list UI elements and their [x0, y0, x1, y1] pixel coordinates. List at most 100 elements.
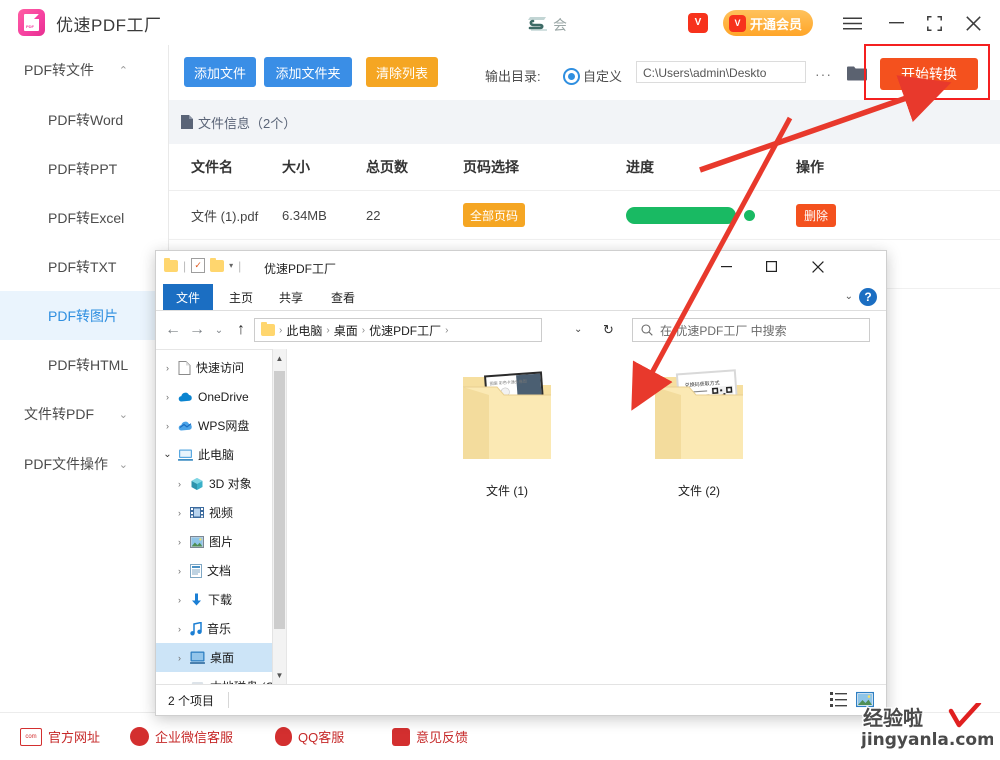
clear-list-button[interactable]: 清除列表 — [366, 57, 438, 87]
tree-item-documents[interactable]: › 文档 — [156, 556, 286, 585]
folder-icon — [261, 322, 275, 336]
sidebar-item-pdf-to-ppt[interactable]: PDF转PPT — [0, 144, 168, 193]
address-chevron-down-icon[interactable]: ⌄ — [574, 324, 582, 335]
sidebar-item-pdf-to-word[interactable]: PDF转Word — [0, 95, 168, 144]
sidebar-group-file-to-pdf[interactable]: 文件转PDF ⌄ — [0, 389, 168, 439]
chevron-right-icon[interactable]: › — [162, 421, 173, 431]
tree-item-wps-cloud[interactable]: › WPS网盘 — [156, 411, 286, 440]
tree-item-3d-objects[interactable]: › 3D 对象 — [156, 469, 286, 498]
breadcrumb-separator: › — [445, 324, 449, 336]
scroll-up-icon[interactable]: ▲ — [273, 351, 286, 365]
vip-badge-icon[interactable]: V — [688, 13, 708, 33]
close-icon[interactable] — [795, 251, 840, 282]
open-membership-button[interactable]: V 开通会员 — [723, 10, 814, 36]
list-item[interactable]: 图案 彩色卡通头像图 文件 (1) — [442, 359, 572, 499]
explorer-file-area[interactable]: 图案 彩色卡通头像图 文件 (1) 兑换码获取方式 文件 (2) — [287, 349, 886, 684]
chevron-right-icon[interactable]: › — [174, 537, 185, 547]
close-icon[interactable] — [961, 11, 985, 35]
scrollbar-thumb[interactable] — [274, 371, 285, 629]
sidebar-item-pdf-to-image[interactable]: PDF转图片 — [0, 291, 168, 340]
refresh-icon[interactable]: ↻ — [603, 322, 614, 338]
sidebar-item-label: PDF转Excel — [48, 209, 125, 226]
arrow-forward-icon[interactable]: → — [188, 321, 206, 339]
tree-item-pictures[interactable]: › 图片 — [156, 527, 286, 556]
feedback-link[interactable]: 意见反馈 — [392, 727, 468, 746]
tree-item-videos[interactable]: › 视频 — [156, 498, 286, 527]
chevron-right-icon[interactable]: › — [162, 363, 173, 373]
sidebar-group-label: PDF转文件 — [24, 62, 94, 78]
ribbon-tab-view[interactable]: 查看 — [318, 284, 368, 310]
search-input[interactable]: 在 优速PDF工厂 中搜索 — [632, 318, 870, 342]
wechat-support-link[interactable]: 企业微信客服 — [130, 727, 233, 746]
chevron-right-icon[interactable]: › — [174, 624, 185, 634]
tree-item-music[interactable]: › 音乐 — [156, 614, 286, 643]
tree-item-downloads[interactable]: › 下载 — [156, 585, 286, 614]
breadcrumb-item-folder[interactable]: 优速PDF工厂 — [369, 322, 441, 339]
maximize-icon[interactable] — [749, 251, 794, 282]
tree-item-label: OneDrive — [198, 389, 249, 404]
chevron-right-icon[interactable]: › — [174, 653, 185, 663]
scroll-down-icon[interactable]: ▼ — [273, 668, 286, 682]
breadcrumb-item-desktop[interactable]: 桌面 — [334, 322, 358, 339]
vip-icon: V — [729, 14, 746, 32]
document-icon — [181, 115, 193, 129]
folder-icon[interactable] — [847, 65, 867, 86]
qq-support-link[interactable]: QQ客服 — [275, 727, 344, 746]
tree-item-this-pc[interactable]: ⌄ 此电脑 — [156, 440, 286, 469]
sidebar-group-label: PDF文件操作 — [24, 456, 108, 472]
chevron-down-icon[interactable]: ⌄ — [162, 449, 173, 460]
quick-access-toolbar: | ✓ ▾ | — [164, 257, 241, 273]
folder-icon[interactable] — [164, 257, 178, 272]
help-icon[interactable]: ? — [859, 288, 877, 306]
chevron-right-icon[interactable]: › — [174, 479, 185, 489]
history-chevron-down-icon[interactable]: ⌄ — [210, 325, 228, 336]
custom-dir-label: 自定义 — [583, 69, 623, 84]
list-item[interactable]: 兑换码获取方式 文件 (2) — [634, 359, 764, 499]
large-icons-view-icon[interactable] — [856, 691, 874, 708]
add-file-button[interactable]: 添加文件 — [184, 57, 256, 87]
caret-down-icon[interactable]: ▾ — [229, 261, 233, 270]
chevron-down-icon[interactable]: ⌄ — [845, 291, 853, 302]
arrow-back-icon[interactable]: ← — [164, 321, 182, 339]
chevron-right-icon[interactable]: › — [174, 566, 185, 576]
tree-item-local-disk-c[interactable]: › 本地磁盘 (C:) — [156, 672, 286, 684]
music-icon — [190, 621, 202, 635]
details-view-icon[interactable] — [830, 691, 848, 708]
tree-item-onedrive[interactable]: › OneDrive — [156, 382, 286, 411]
checkbox-icon[interactable]: ✓ — [191, 258, 206, 273]
tree-item-quick-access[interactable]: › 快速访问 — [156, 353, 286, 382]
sidebar-item-pdf-to-html[interactable]: PDF转HTML — [0, 340, 168, 389]
table-row[interactable]: 文件 (1).pdf 6.34MB 22 全部页码 删除 — [169, 191, 1000, 240]
explorer-tree-scrollbar[interactable]: ▲ ▼ — [272, 349, 286, 684]
sidebar-item-pdf-to-excel[interactable]: PDF转Excel — [0, 193, 168, 242]
hamburger-menu-icon[interactable] — [840, 11, 864, 35]
minimize-icon[interactable] — [884, 11, 908, 35]
start-conversion-button[interactable]: 开始转换 — [880, 58, 978, 90]
breadcrumb-item-this-pc[interactable]: 此电脑 — [286, 322, 322, 339]
column-header-action: 操作 — [796, 159, 824, 175]
minimize-icon[interactable] — [704, 251, 749, 282]
arrow-up-icon[interactable]: ↑ — [232, 321, 250, 339]
ribbon-tab-file[interactable]: 文件 — [163, 284, 214, 310]
folder-icon[interactable] — [210, 257, 225, 272]
chevron-right-icon[interactable]: › — [162, 392, 173, 402]
tree-item-desktop[interactable]: › 桌面 — [156, 643, 286, 672]
breadcrumb[interactable]: › 此电脑 › 桌面 › 优速PDF工厂 › — [254, 318, 542, 342]
delete-button[interactable]: 删除 — [796, 203, 836, 227]
custom-dir-radio[interactable] — [563, 68, 580, 85]
chevron-right-icon[interactable]: › — [174, 595, 185, 605]
ribbon-tab-share[interactable]: 共享 — [266, 284, 316, 310]
output-path-input[interactable]: C:\Users\admin\Deskto — [636, 61, 806, 83]
chevron-right-icon[interactable]: › — [174, 508, 185, 518]
ribbon-tab-home[interactable]: 主页 — [216, 284, 266, 310]
add-folder-button[interactable]: 添加文件夹 — [264, 57, 352, 87]
sidebar-item-pdf-to-txt[interactable]: PDF转TXT — [0, 242, 168, 291]
sidebar-group-pdf-operations[interactable]: PDF文件操作 ⌄ — [0, 439, 168, 489]
maximize-icon[interactable] — [922, 11, 946, 35]
vip-badge-label: V — [694, 17, 702, 28]
sidebar-group-pdf-to-file[interactable]: PDF转文件 ⌃ — [0, 45, 168, 95]
column-header-progress: 进度 — [626, 159, 654, 175]
page-select-button[interactable]: 全部页码 — [463, 203, 525, 227]
official-website-link[interactable]: com 官方网址 — [20, 727, 100, 746]
ellipsis-icon[interactable]: ··· — [815, 66, 832, 82]
